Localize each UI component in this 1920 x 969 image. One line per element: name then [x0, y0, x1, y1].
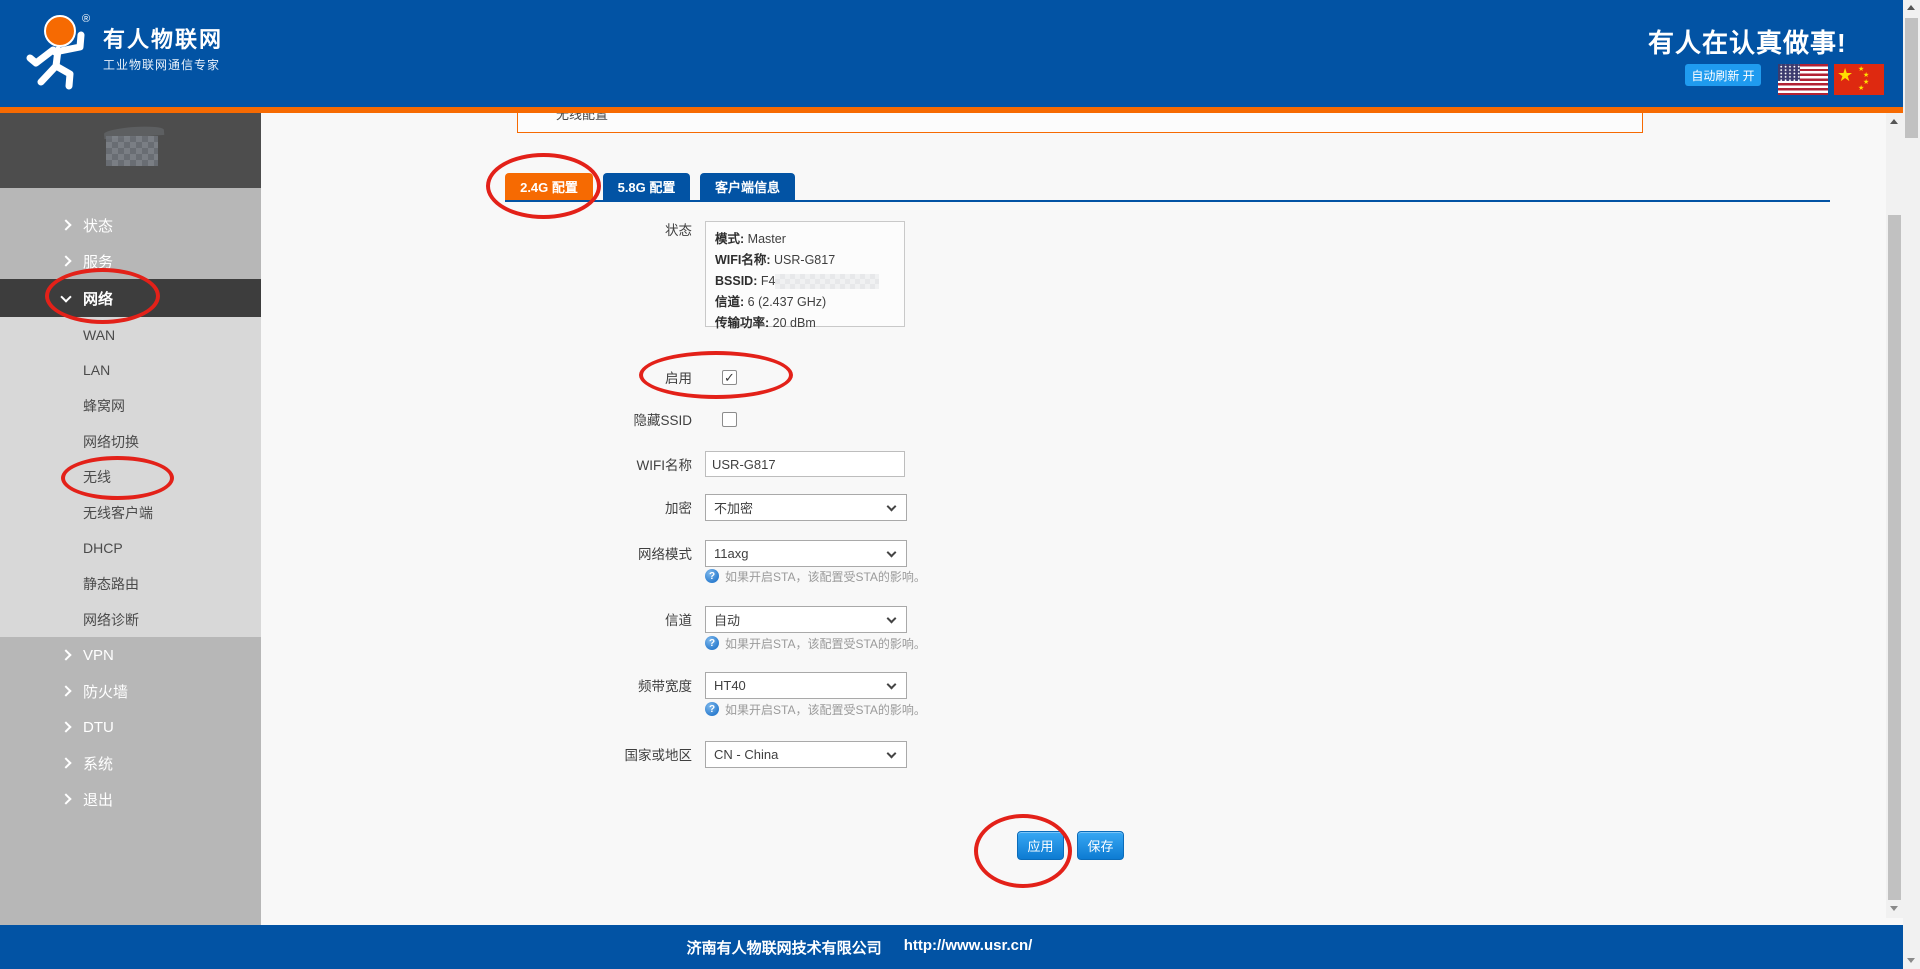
status-mode: 模式: Master: [715, 229, 895, 250]
encryption-select[interactable]: 不加密: [705, 494, 907, 521]
channel-hint: ? 如果开启STA，该配置受STA的影响。: [705, 635, 926, 651]
question-icon: ?: [705, 636, 719, 650]
main-content: 无线配置 2.4G 配置 5.8G 配置 客户端信息 状态 模式: Master…: [261, 113, 1886, 925]
scroll-up-icon[interactable]: [1907, 5, 1915, 10]
sidebar-item-static-route[interactable]: 静态路由: [0, 566, 261, 602]
window-scrollbar[interactable]: [1903, 0, 1920, 969]
usr-logo-icon: ®: [22, 8, 100, 92]
slogan-text: 有人在认真做事!: [1648, 23, 1878, 60]
footer: 济南有人物联网技术有限公司 http://www.usr.cn/: [0, 925, 1903, 969]
page: ® 有人物联网 工业物联网通信专家 有人在认真做事! 自动刷新 开 ★ ★ ★ …: [0, 0, 1920, 969]
sidebar-item-dhcp[interactable]: DHCP: [0, 531, 261, 567]
bandwidth-select[interactable]: HT40: [705, 672, 907, 699]
tab-underline: [505, 200, 1830, 202]
chevron-down-icon: [887, 614, 897, 624]
sidebar: 状态 服务 网络 WAN LAN 蜂窝网 网络切换 无线 无线客户端 DHCP …: [0, 113, 261, 925]
status-tx-power: 传输功率: 20 dBm: [715, 313, 895, 334]
sidebar-item-wireless[interactable]: 无线: [0, 459, 261, 495]
sidebar-item-wan[interactable]: WAN: [0, 317, 261, 353]
bandwidth-hint: ? 如果开启STA，该配置受STA的影响。: [705, 701, 926, 717]
tab-2-4g-config[interactable]: 2.4G 配置: [505, 173, 593, 200]
sidebar-item-wireless-client[interactable]: 无线客户端: [0, 495, 261, 531]
chevron-down-icon: [887, 548, 897, 558]
bandwidth-label: 频带宽度: [512, 675, 692, 695]
device-name-censored: [106, 136, 158, 166]
tab-client-info[interactable]: 客户端信息: [700, 173, 795, 200]
scroll-down-icon[interactable]: [1907, 958, 1915, 963]
device-name-block: [0, 113, 261, 188]
encryption-label: 加密: [512, 497, 692, 517]
network-mode-hint: ? 如果开启STA，该配置受STA的影响。: [705, 568, 926, 584]
chevron-down-icon: [60, 291, 71, 302]
chevron-right-icon: [60, 255, 71, 266]
language-chinese-flag[interactable]: ★ ★ ★ ★ ★: [1834, 64, 1884, 95]
chevron-down-icon: [887, 502, 897, 512]
footer-url-link[interactable]: http://www.usr.cn/: [904, 937, 1033, 958]
chevron-right-icon: [60, 650, 71, 661]
sidebar-item-network-diagnosis[interactable]: 网络诊断: [0, 602, 261, 638]
enable-checkbox[interactable]: ✓: [722, 370, 737, 385]
network-mode-label: 网络模式: [512, 543, 692, 563]
chevron-right-icon: [60, 722, 71, 733]
chevron-right-icon: [60, 794, 71, 805]
sidebar-item-logout[interactable]: 退出: [0, 781, 261, 817]
sidebar-item-system[interactable]: 系统: [0, 745, 261, 781]
svg-text:®: ®: [82, 13, 90, 25]
sidebar-item-dtu[interactable]: DTU: [0, 709, 261, 745]
apply-button[interactable]: 应用: [1017, 831, 1064, 860]
status-channel: 信道: 6 (2.437 GHz): [715, 292, 895, 313]
channel-label: 信道: [512, 609, 692, 629]
check-icon: ✓: [724, 371, 735, 384]
scroll-up-icon[interactable]: [1890, 119, 1898, 124]
chevron-right-icon: [60, 758, 71, 769]
tab-5-8g-config[interactable]: 5.8G 配置: [603, 173, 690, 200]
hide-ssid-label: 隐藏SSID: [512, 409, 692, 429]
sidebar-item-firewall[interactable]: 防火墙: [0, 673, 261, 709]
wifi-status-box: 模式: Master WIFI名称: USR-G817 BSSID: F4 信道…: [705, 221, 905, 327]
us-flag-canton: [1778, 64, 1800, 81]
content-scrollbar[interactable]: [1886, 113, 1903, 918]
sidebar-nav: 状态 服务 网络 WAN LAN 蜂窝网 网络切换 无线 无线客户端 DHCP …: [0, 207, 261, 817]
question-icon: ?: [705, 702, 719, 716]
window-scrollbar-thumb[interactable]: [1905, 18, 1918, 138]
network-submenu: WAN LAN 蜂窝网 网络切换 无线 无线客户端 DHCP 静态路由 网络诊断: [0, 317, 261, 637]
brand-title: 有人物联网: [103, 22, 223, 54]
sidebar-item-status[interactable]: 状态: [0, 207, 261, 243]
chevron-right-icon: [60, 686, 71, 697]
chevron-down-icon: [887, 680, 897, 690]
status-wifi-name: WIFI名称: USR-G817: [715, 250, 895, 271]
country-label: 国家或地区: [512, 744, 692, 764]
save-button[interactable]: 保存: [1077, 831, 1124, 860]
brand-subtitle: 工业物联网通信专家: [103, 56, 220, 73]
enable-label: 启用: [512, 367, 692, 387]
wifi-name-input[interactable]: [705, 451, 905, 477]
sidebar-item-network[interactable]: 网络: [0, 279, 261, 317]
sidebar-item-lan[interactable]: LAN: [0, 353, 261, 389]
header: ® 有人物联网 工业物联网通信专家 有人在认真做事! 自动刷新 开 ★ ★ ★ …: [0, 0, 1903, 107]
sidebar-item-services[interactable]: 服务: [0, 243, 261, 279]
panel-title: 无线配置: [556, 113, 608, 123]
sidebar-item-vpn[interactable]: VPN: [0, 637, 261, 673]
country-select[interactable]: CN - China: [705, 741, 907, 768]
status-label: 状态: [512, 219, 692, 239]
hide-ssid-checkbox[interactable]: [722, 412, 737, 427]
language-english-flag[interactable]: [1778, 64, 1828, 95]
question-icon: ?: [705, 569, 719, 583]
cn-flag-star-icon: ★: [1837, 65, 1853, 85]
status-bssid: BSSID: F4: [715, 271, 895, 292]
chevron-right-icon: [60, 219, 71, 230]
wifi-name-label: WIFI名称: [512, 454, 692, 474]
channel-select[interactable]: 自动: [705, 606, 907, 633]
bssid-censored: [775, 274, 879, 289]
sidebar-item-cellular[interactable]: 蜂窝网: [0, 388, 261, 424]
network-mode-select[interactable]: 11axg: [705, 540, 907, 567]
scroll-down-icon[interactable]: [1890, 906, 1898, 911]
auto-refresh-toggle[interactable]: 自动刷新 开: [1685, 64, 1761, 86]
content-scrollbar-thumb[interactable]: [1888, 215, 1901, 900]
sidebar-item-network-switch[interactable]: 网络切换: [0, 424, 261, 460]
chevron-down-icon: [887, 749, 897, 759]
wireless-config-panel-clipped: 无线配置: [517, 113, 1643, 133]
footer-company: 济南有人物联网技术有限公司: [687, 937, 882, 958]
